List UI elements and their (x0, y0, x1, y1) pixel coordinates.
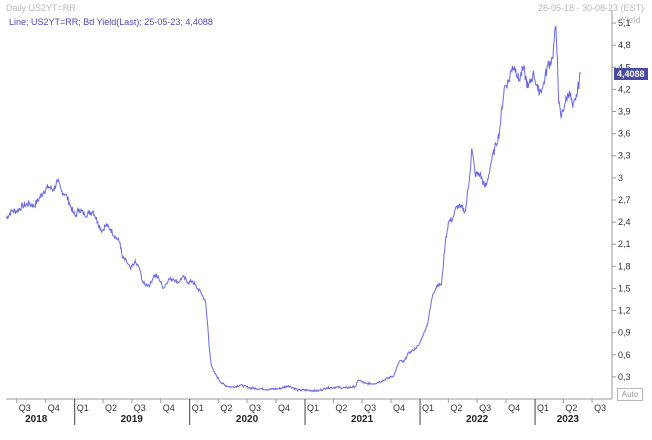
chart-date-range: 28-05-18 - 30-08-23 (EST) (538, 3, 645, 13)
y-tick-label: 5,1 (618, 18, 631, 28)
x-quarter-label: Q3 (594, 403, 606, 413)
y-tick-label: 0,9 (618, 328, 631, 338)
y-tick-label: 1,2 (618, 306, 631, 316)
x-year-label: 2020 (236, 414, 259, 425)
x-quarter-label: Q2 (105, 403, 117, 413)
y-tick-label: 1,5 (618, 283, 631, 293)
x-quarter-label: Q2 (565, 403, 577, 413)
y-tick-label: 3,6 (618, 129, 631, 139)
x-quarter-label: Q3 (134, 403, 146, 413)
x-year-label: 2018 (25, 414, 48, 425)
x-quarter-label: Q1 (307, 403, 319, 413)
y-tick-label: 3,3 (618, 151, 631, 161)
x-quarter-label: Q3 (19, 403, 31, 413)
x-year-label: 2023 (557, 414, 580, 425)
chart-legend: Line; US2YT=RR; Bd Yield(Last); 25-05-23… (9, 17, 213, 27)
y-tick-label: 4,8 (618, 40, 631, 50)
x-quarter-label: Q1 (422, 403, 434, 413)
y-tick-label: 4,2 (618, 84, 631, 94)
x-quarter-label: Q4 (393, 403, 405, 413)
y-tick-label: 1,8 (618, 261, 631, 271)
x-quarter-label: Q1 (77, 403, 89, 413)
x-quarter-label: Q1 (192, 403, 204, 413)
chart: Yield 5,1 4,8 4,5 4,2 3,9 3,6 3,3 3 2,7 2,4 2,1 1,8 1… (0, 0, 652, 440)
x-quarter-label: Q4 (163, 403, 175, 413)
y-tick-label: 0,6 (618, 350, 631, 360)
x-quarter-label: Q4 (48, 403, 60, 413)
x-quarter-label: Q4 (508, 403, 520, 413)
x-year-label: 2019 (121, 414, 144, 425)
y-tick-label: 3 (618, 173, 623, 183)
x-year-label: 2021 (351, 414, 374, 425)
chart-instrument-title: Daily US2YT=RR (6, 3, 76, 13)
x-quarter-label: Q4 (278, 403, 290, 413)
x-quarter-label: Q3 (479, 403, 491, 413)
x-quarter-label: Q3 (364, 403, 376, 413)
y-tick-label: 3,9 (618, 107, 631, 117)
x-quarter-label: Q2 (450, 403, 462, 413)
chart-canvas: Yield5,14,84,54,23,93,63,332,72,42,11,81… (5, 10, 648, 425)
y-tick-label: 0,3 (618, 372, 631, 382)
x-quarter-label: Q1 (537, 403, 549, 413)
series-line (5, 25, 581, 393)
x-year-label: 2022 (466, 414, 489, 425)
y-tick-label: 2,1 (618, 239, 631, 249)
current-value-label: 4,4088 (617, 69, 645, 79)
x-quarter-label: Q2 (335, 403, 347, 413)
y-tick-label: 2,7 (618, 195, 631, 205)
y-tick-label: 2,4 (618, 217, 631, 227)
x-quarter-label: Q2 (220, 403, 232, 413)
auto-scale-button[interactable]: Auto (617, 388, 643, 401)
x-quarter-label: Q3 (249, 403, 261, 413)
